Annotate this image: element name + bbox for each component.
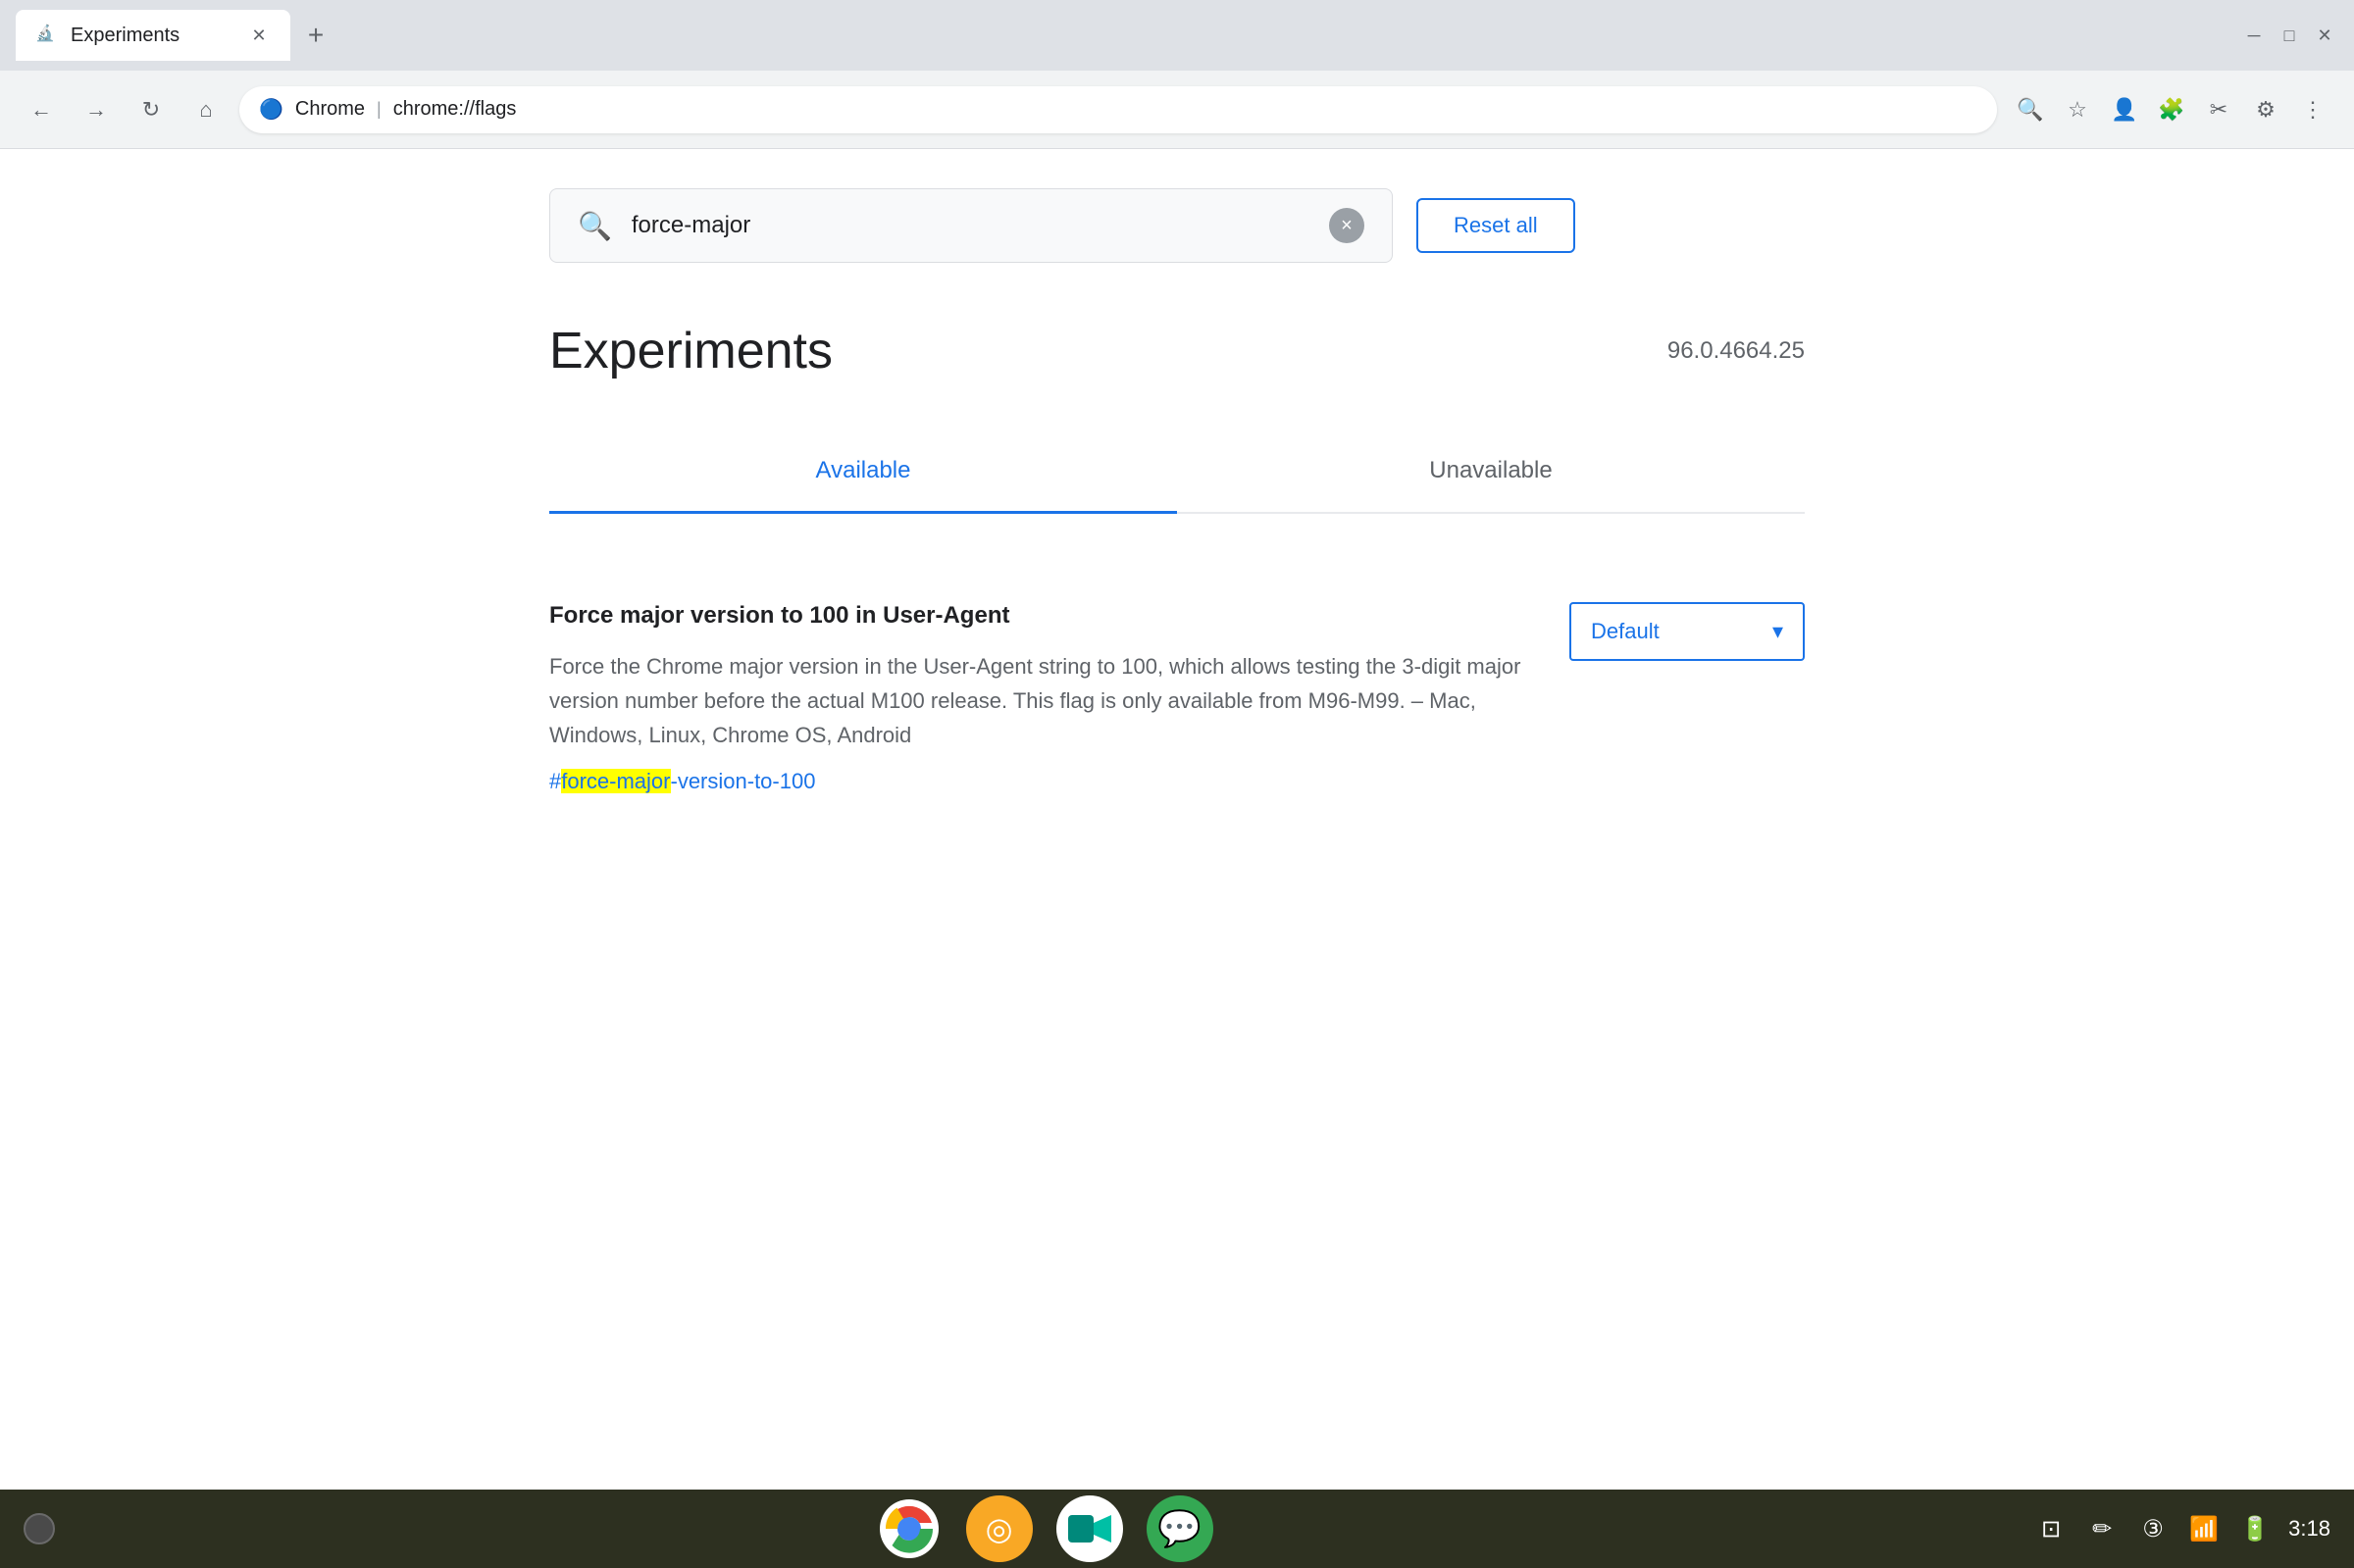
new-tab-button[interactable]: + <box>298 18 333 53</box>
taskbar: ◎ 💬 ⊡ ✏ ③ 📶 🔋 3:18 <box>0 1490 2354 1568</box>
menu-icon-button[interactable]: ⋮ <box>2291 88 2334 131</box>
home-button[interactable]: ⌂ <box>184 88 228 131</box>
tab-unavailable-label: Unavailable <box>1429 457 1552 483</box>
page-header: Experiments 96.0.4664.25 <box>549 322 1805 380</box>
forward-button[interactable]: → <box>75 88 118 131</box>
flag-title: Force major version to 100 in User-Agent <box>549 602 1569 630</box>
bookmark-icon-button[interactable]: ☆ <box>2056 88 2099 131</box>
taskbar-right: ⊡ ✏ ③ 📶 🔋 3:18 <box>2033 1511 2330 1546</box>
taskbar-pen-icon[interactable]: ✏ <box>2084 1511 2120 1546</box>
page-title: Experiments <box>549 322 833 380</box>
taskbar-app2-icon[interactable]: ◎ <box>966 1495 1033 1562</box>
flag-link-suffix: -version-to-100 <box>671 769 816 793</box>
taskbar-screenshot-icon[interactable]: ⊡ <box>2033 1511 2069 1546</box>
tab-close-button[interactable]: ✕ <box>247 24 271 47</box>
main-content: 🔍 × Reset all Experiments 96.0.4664.25 A… <box>0 149 2354 1490</box>
search-clear-button[interactable]: × <box>1329 208 1364 243</box>
taskbar-left <box>24 1513 55 1544</box>
flag-entry: Force major version to 100 in User-Agent… <box>549 573 1805 824</box>
flag-dropdown-chevron-icon: ▾ <box>1772 619 1783 644</box>
flag-link[interactable]: #force-major-version-to-100 <box>549 769 1569 794</box>
search-container: 🔍 × Reset all <box>549 188 1805 263</box>
tab-title: Experiments <box>71 25 235 47</box>
taskbar-time: 3:18 <box>2288 1516 2330 1542</box>
taskbar-circle-icon <box>24 1513 55 1544</box>
address-site: Chrome <box>295 98 365 121</box>
reload-button[interactable]: ↻ <box>129 88 173 131</box>
search-icon-button[interactable]: 🔍 <box>2009 88 2052 131</box>
tab-available-label: Available <box>816 457 911 483</box>
flag-link-prefix: # <box>549 769 561 793</box>
close-button[interactable]: ✕ <box>2311 22 2338 49</box>
address-separator: | <box>377 99 382 120</box>
flags-page: 🔍 × Reset all Experiments 96.0.4664.25 A… <box>490 149 1864 863</box>
tab-unavailable[interactable]: Unavailable <box>1177 430 1805 512</box>
flag-dropdown[interactable]: Default ▾ <box>1569 602 1805 661</box>
reset-all-button[interactable]: Reset all <box>1416 198 1575 253</box>
taskbar-battery-icon[interactable]: 🔋 <box>2237 1511 2273 1546</box>
tab-favicon: 🔬 <box>35 24 59 47</box>
minimize-button[interactable]: ─ <box>2240 22 2268 49</box>
search-input[interactable] <box>632 212 1309 239</box>
window-controls: ─ □ ✕ <box>2240 22 2338 49</box>
flag-link-highlight: force-major <box>561 769 670 793</box>
extensions-icon-button[interactable]: 🧩 <box>2150 88 2193 131</box>
nav-bar: ← → ↻ ⌂ 🔵 Chrome | chrome://flags 🔍 ☆ 👤 … <box>0 71 2354 149</box>
extension3-icon-button[interactable]: ⚙ <box>2244 88 2287 131</box>
profile-icon-button[interactable]: 👤 <box>2103 88 2146 131</box>
taskbar-chrome-icon[interactable] <box>876 1495 943 1562</box>
extension2-icon-button[interactable]: ✂ <box>2197 88 2240 131</box>
address-url: chrome://flags <box>393 98 517 121</box>
taskbar-wifi-icon[interactable]: 📶 <box>2186 1511 2222 1546</box>
address-favicon: 🔵 <box>259 97 283 122</box>
search-icon: 🔍 <box>578 210 612 242</box>
version-text: 96.0.4664.25 <box>1667 337 1805 365</box>
address-bar[interactable]: 🔵 Chrome | chrome://flags <box>239 86 1997 133</box>
flag-content: Force major version to 100 in User-Agent… <box>549 602 1569 794</box>
nav-icons: 🔍 ☆ 👤 🧩 ✂ ⚙ ⋮ <box>2009 88 2334 131</box>
search-box: 🔍 × <box>549 188 1393 263</box>
taskbar-chat-icon[interactable]: 💬 <box>1147 1495 1213 1562</box>
title-bar: 🔬 Experiments ✕ + ─ □ ✕ <box>0 0 2354 71</box>
taskbar-meet-icon[interactable] <box>1056 1495 1123 1562</box>
back-button[interactable]: ← <box>20 88 63 131</box>
browser-window: 🔬 Experiments ✕ + ─ □ ✕ ← → ↻ ⌂ 🔵 Chrome… <box>0 0 2354 1568</box>
maximize-button[interactable]: □ <box>2276 22 2303 49</box>
active-tab[interactable]: 🔬 Experiments ✕ <box>16 10 290 61</box>
flag-description: Force the Chrome major version in the Us… <box>549 649 1569 753</box>
tab-available[interactable]: Available <box>549 430 1177 512</box>
taskbar-center: ◎ 💬 <box>55 1495 2033 1562</box>
tabs-container: Available Unavailable <box>549 430 1805 514</box>
taskbar-status-icon[interactable]: ③ <box>2135 1511 2171 1546</box>
flag-dropdown-value: Default <box>1591 619 1660 644</box>
